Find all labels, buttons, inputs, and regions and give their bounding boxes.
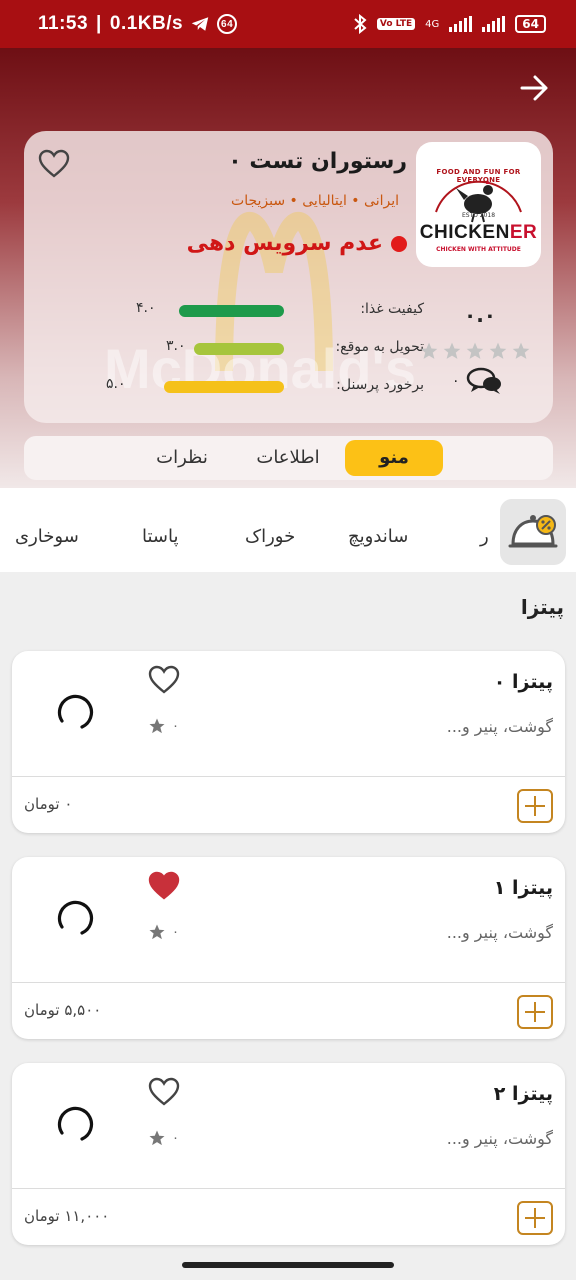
metric-bar <box>179 305 284 317</box>
comments-icon <box>466 367 501 394</box>
menu-item-card[interactable]: پیتزا ۱ گوشت، پنیر و... ۰ ۵,۵۰۰ تومان <box>12 857 565 1039</box>
metric-value: ۵.۰ <box>106 376 126 392</box>
item-description: گوشت، پنیر و... <box>446 923 553 942</box>
tab-reviews[interactable]: نظرات <box>134 440 230 476</box>
star-icon <box>443 342 461 359</box>
restaurant-categories: ایرانی • ایتالیایی • سبزیجات <box>231 193 399 209</box>
favorite-heart-icon[interactable] <box>38 149 70 179</box>
cloche-icon <box>508 515 558 548</box>
item-divider <box>12 776 565 777</box>
network-type: 4G <box>425 18 440 30</box>
notification-badge: 64 <box>217 14 238 34</box>
star-icon <box>512 342 530 359</box>
rating-stars <box>419 341 531 361</box>
star-icon <box>149 718 165 734</box>
overall-rating: ۰.۰ <box>464 303 497 327</box>
volte-badge: Vo LTE <box>376 18 416 30</box>
logo-brand: CHICKENER <box>419 222 538 243</box>
metric-value: ۴.۰ <box>136 300 156 316</box>
favorite-heart-icon[interactable] <box>148 871 180 901</box>
item-rating: ۰ <box>148 1129 179 1147</box>
favorite-heart-icon[interactable] <box>148 1077 180 1107</box>
category-item[interactable]: ساندویچ <box>348 526 408 547</box>
battery-icon: 64 <box>515 15 546 33</box>
loading-spinner-icon <box>57 1106 94 1141</box>
comments-count[interactable]: ۰ <box>452 366 504 396</box>
menu-item-card[interactable]: پیتزا ۰ گوشت، پنیر و... ۰ ۰ تومان <box>12 651 565 833</box>
status-text: عدم سرویس دهی <box>186 231 383 256</box>
star-icon <box>149 924 165 940</box>
star-icon <box>420 342 438 359</box>
star-icon <box>466 342 484 359</box>
metric-bar <box>194 343 284 355</box>
menu-item-card[interactable]: پیتزا ۲ گوشت، پنیر و... ۰ ۱۱,۰۰۰ تومان <box>12 1063 565 1245</box>
tab-menu[interactable]: منو <box>345 440 443 476</box>
status-dot <box>391 235 407 252</box>
metric-bar <box>164 381 284 393</box>
loading-spinner-icon <box>57 900 94 935</box>
category-item[interactable]: پاستا <box>142 526 179 547</box>
restaurant-logo: FOOD AND FUN FOR EVERYONE ESTD 2018 CHIC… <box>416 142 541 267</box>
restaurant-name: رستوران تست ۰ <box>228 149 407 174</box>
item-name: پیتزا ۰ <box>493 671 553 693</box>
item-description: گوشت، پنیر و... <box>446 1129 553 1148</box>
item-rating-value: ۰ <box>172 1130 179 1146</box>
tab-info[interactable]: اطلاعات <box>238 440 338 476</box>
metric-row: برخورد پرسنل: ۵.۰ <box>24 371 424 401</box>
item-rating: ۰ <box>148 717 179 735</box>
status-time: 11:53 <box>38 13 89 34</box>
loading-spinner-icon <box>57 694 94 729</box>
metric-row: تحویل به موقع: ۳.۰ <box>24 333 424 363</box>
add-to-cart-button[interactable] <box>517 789 553 823</box>
add-to-cart-button[interactable] <box>517 995 553 1029</box>
restaurant-status: عدم سرویس دهی <box>187 231 407 256</box>
item-name: پیتزا ۱ <box>493 877 553 899</box>
item-name: پیتزا ۲ <box>493 1083 553 1105</box>
item-description: گوشت، پنیر و... <box>446 717 553 736</box>
metric-label: تحویل به موقع: <box>335 339 424 355</box>
metric-row: کیفیت غذا: ۴.۰ <box>24 295 424 325</box>
item-price: ۱۱,۰۰۰ تومان <box>24 1207 110 1225</box>
category-item[interactable]: ر <box>480 526 489 547</box>
metric-value: ۳.۰ <box>166 338 186 354</box>
item-divider <box>12 982 565 983</box>
comments-number: ۰ <box>452 373 460 389</box>
item-rating-value: ۰ <box>172 924 179 940</box>
favorite-heart-icon[interactable] <box>148 665 180 695</box>
signal-icon <box>449 16 473 32</box>
category-item[interactable]: خوراک <box>245 526 295 547</box>
home-indicator <box>182 1262 394 1268</box>
signal-icon-2 <box>482 16 506 32</box>
logo-subtitle: CHICKEN WITH ATTITUDE <box>436 246 521 253</box>
add-to-cart-button[interactable] <box>517 1201 553 1235</box>
restaurant-info-card: McDonald's FOOD AND FUN FOR EVERYONE EST… <box>24 131 553 423</box>
logo-tagline: FOOD AND FUN FOR EVERYONE <box>436 168 521 184</box>
metric-label: کیفیت غذا: <box>360 301 424 317</box>
item-divider <box>12 1188 565 1189</box>
metric-label: برخورد پرسنل: <box>336 377 424 393</box>
logo-estd: ESTD 2018 <box>461 212 496 219</box>
item-rating-value: ۰ <box>172 718 179 734</box>
item-price: ۵,۵۰۰ تومان <box>24 1001 102 1019</box>
status-bar: 11:53 | 0.1KB/s 64 Vo LTE 4G 64 <box>0 0 576 48</box>
item-rating: ۰ <box>148 923 179 941</box>
star-icon <box>149 1130 165 1146</box>
category-item[interactable]: سوخاری <box>15 526 79 547</box>
back-arrow-icon[interactable] <box>520 74 548 102</box>
star-icon <box>489 342 507 359</box>
category-bar: ر ساندویچ خوراک پاستا سوخاری <box>0 488 576 572</box>
telegram-icon <box>191 17 209 31</box>
category-icon-button[interactable] <box>500 499 566 565</box>
bluetooth-icon <box>354 14 367 34</box>
restaurant-tabs: منو اطلاعات نظرات <box>24 436 553 480</box>
item-price: ۰ تومان <box>24 795 73 813</box>
status-speed: 0.1KB/s <box>109 13 184 34</box>
section-title: پیتزا <box>520 595 564 619</box>
